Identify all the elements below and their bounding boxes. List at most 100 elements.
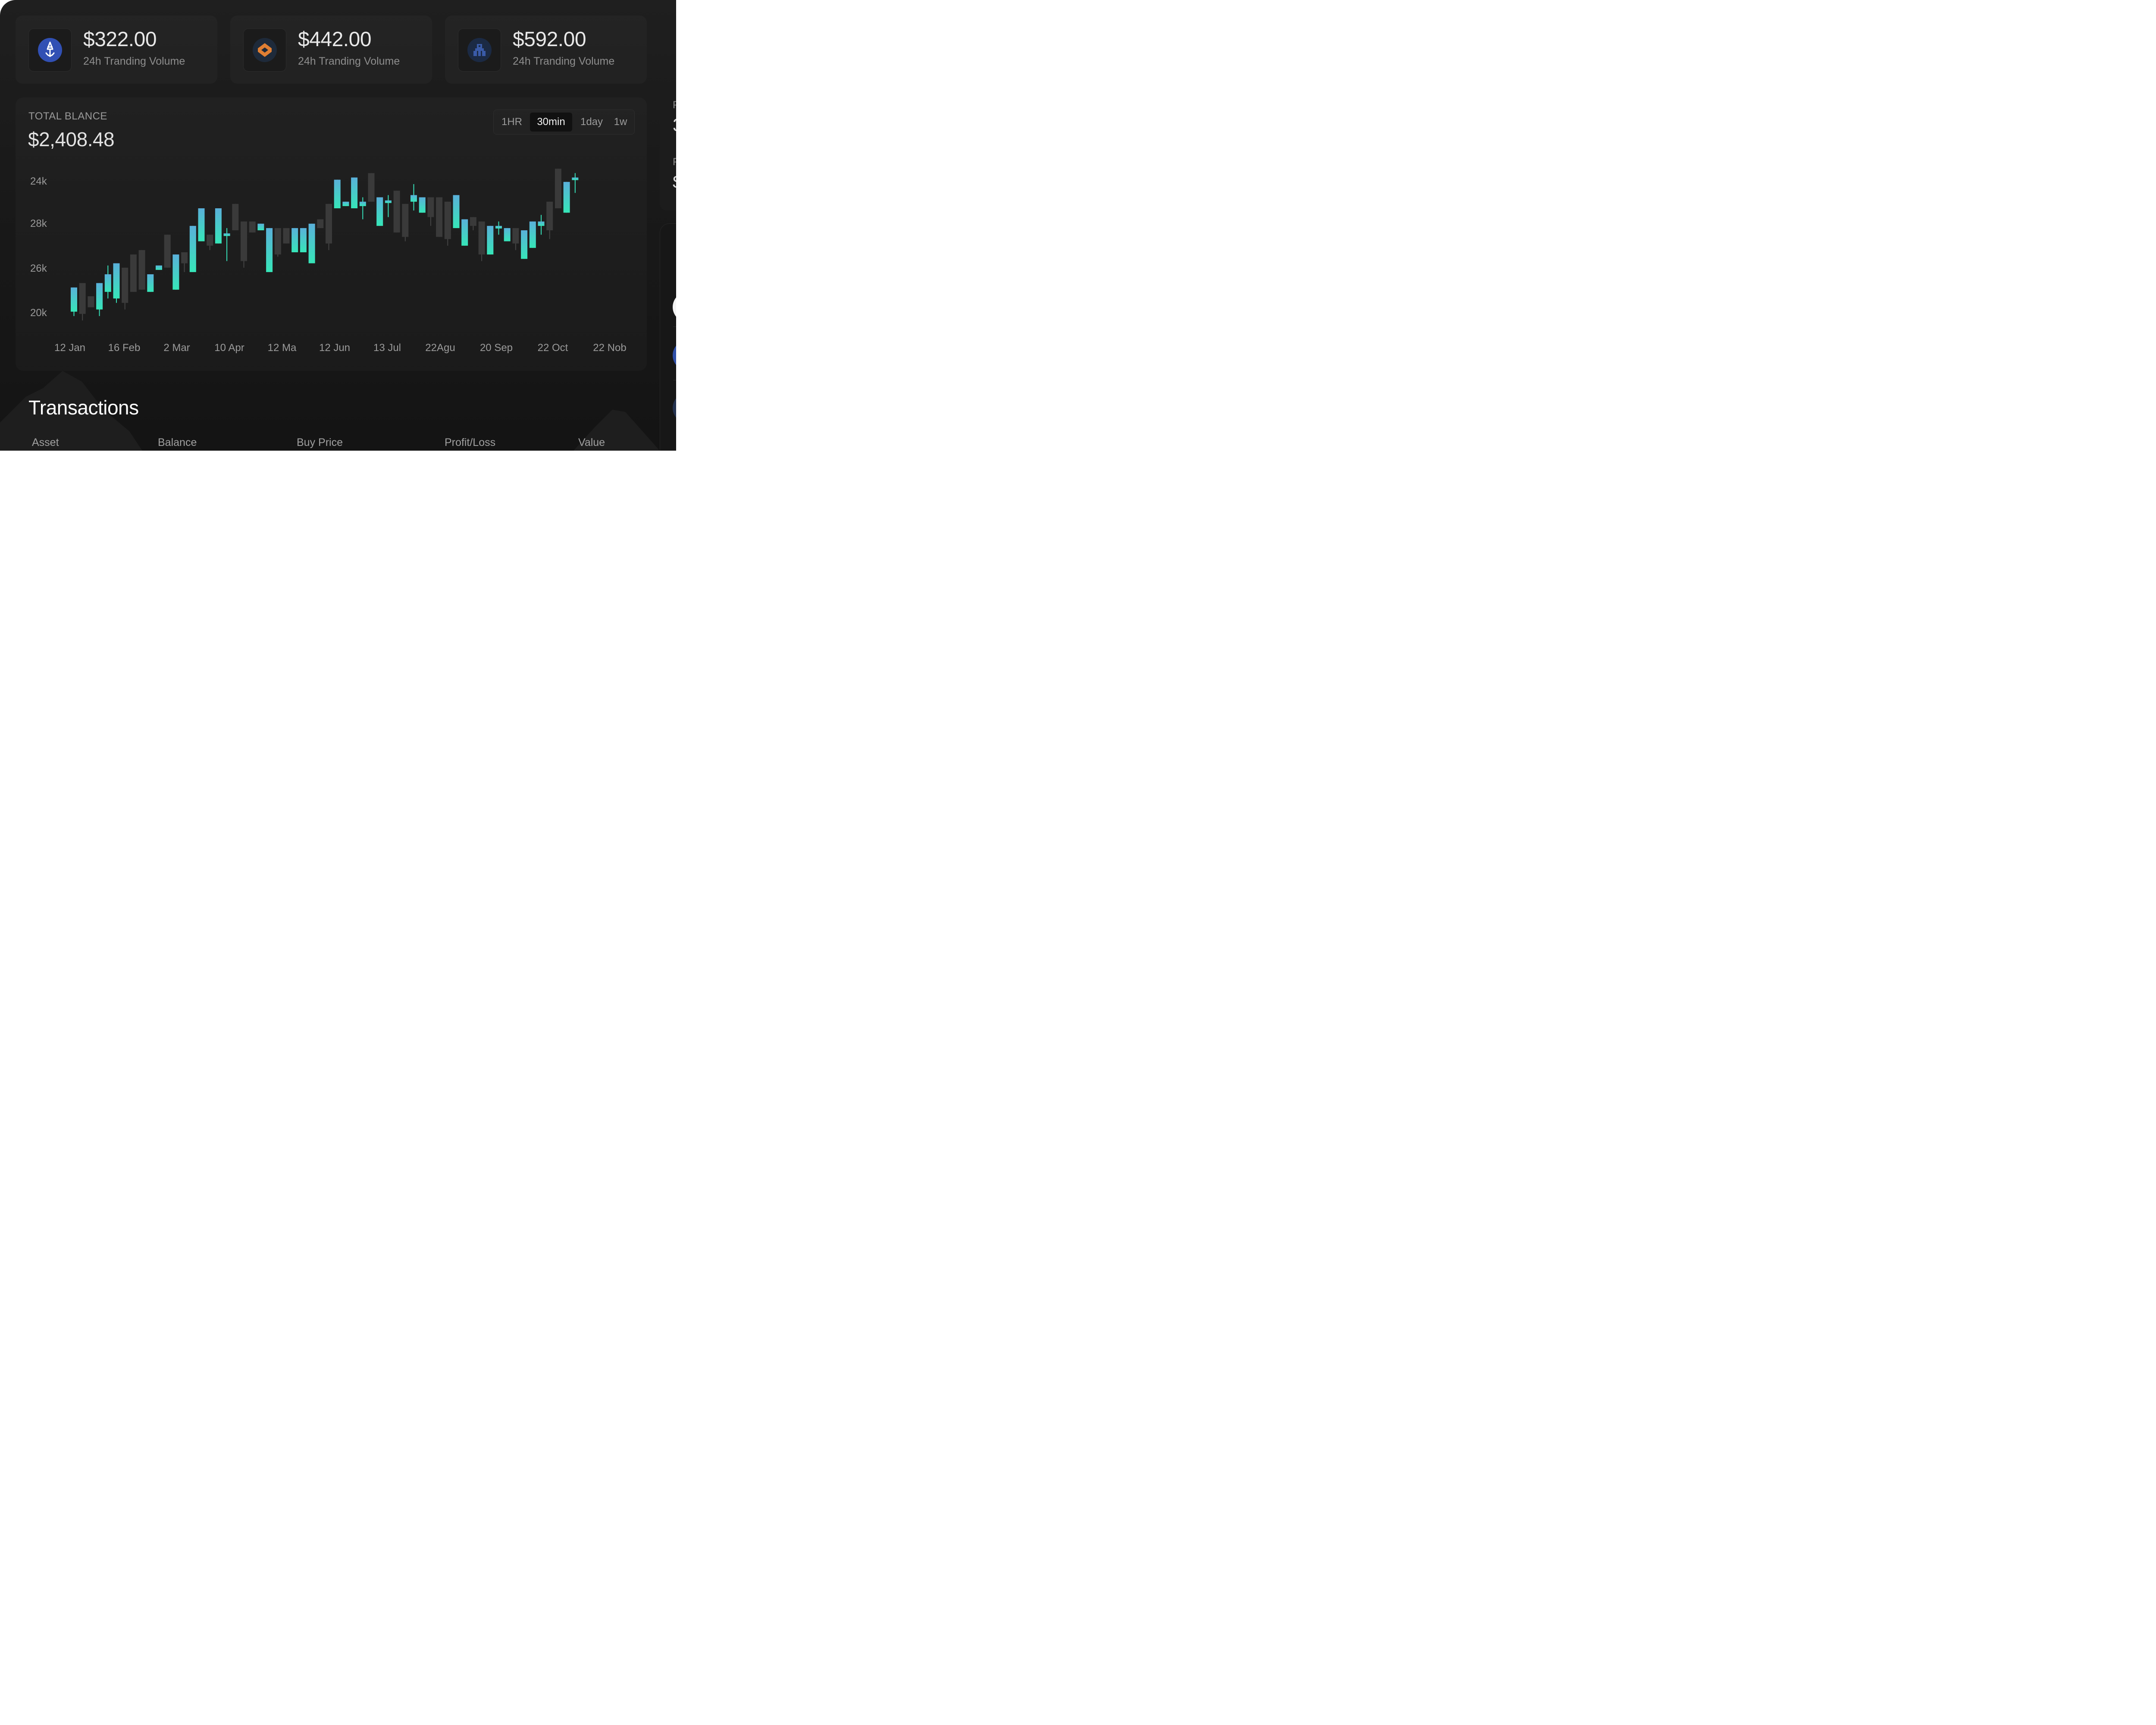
candle	[164, 235, 171, 268]
stat-card-3[interactable]: $592.00 24h Tranding Volume	[445, 16, 647, 84]
candle-body	[453, 195, 460, 228]
candle	[563, 182, 570, 213]
candle	[241, 221, 247, 268]
candle	[495, 221, 502, 235]
candle-body	[291, 228, 298, 252]
toggle-knob[interactable]	[673, 292, 676, 322]
candle	[512, 228, 519, 250]
column-header-asset[interactable]: Asset	[32, 436, 59, 449]
candle	[147, 274, 154, 292]
candle	[529, 221, 536, 248]
candle	[342, 201, 349, 206]
asset-avatar-icon[interactable]	[673, 340, 676, 370]
summary-value: $	[673, 172, 676, 192]
candle	[402, 204, 409, 242]
candle	[419, 197, 426, 213]
x-axis-tick-label: 2 Mar	[163, 342, 190, 354]
x-axis-tick-label: 12 Ma	[268, 342, 297, 354]
token-icon-box	[243, 28, 286, 72]
candle	[393, 191, 400, 233]
candle-body	[147, 274, 154, 292]
stat-card-1[interactable]: $322.00 24h Tranding Volume	[16, 16, 217, 84]
hexagon-token-icon	[253, 38, 277, 62]
candle-body	[104, 274, 111, 292]
candle-body	[172, 254, 179, 290]
candle	[317, 219, 324, 228]
pixel-token-icon	[467, 38, 492, 62]
summary-caption: P	[673, 156, 676, 168]
candle-body	[376, 197, 383, 226]
candle	[453, 195, 460, 228]
candle-body	[512, 228, 519, 244]
candle	[88, 296, 94, 307]
candle	[198, 208, 205, 242]
candle	[521, 230, 528, 259]
x-axis-tick-label: 12 Jan	[54, 342, 85, 354]
candle-body	[368, 173, 375, 202]
summary-value: 3	[673, 115, 676, 135]
candle	[436, 197, 443, 237]
stat-amount: $322.00	[83, 28, 157, 51]
candle	[546, 201, 553, 239]
stat-card-2[interactable]: $442.00 24h Tranding Volume	[230, 16, 432, 84]
candle	[189, 226, 196, 272]
candle-body	[393, 191, 400, 233]
candle-body	[521, 230, 528, 259]
candle-body	[359, 201, 366, 206]
candle-body	[317, 219, 324, 228]
candle-body	[563, 182, 570, 213]
candle	[411, 184, 417, 211]
candle	[274, 228, 281, 257]
candle-body	[215, 208, 222, 244]
candle-body	[555, 169, 561, 208]
stat-label: 24h Tranding Volume	[298, 55, 400, 67]
candle	[478, 221, 485, 261]
candle	[122, 267, 128, 310]
right-side-panel	[660, 223, 676, 451]
column-header-buy-price[interactable]: Buy Price	[297, 436, 343, 449]
candle	[368, 173, 375, 202]
column-header-profit-loss[interactable]: Profit/Loss	[445, 436, 495, 449]
candle-body	[529, 221, 536, 248]
candle-body	[232, 204, 239, 230]
candle-body	[122, 267, 128, 303]
candle-body	[308, 223, 315, 263]
candle	[470, 217, 476, 230]
column-header-balance[interactable]: Balance	[158, 436, 197, 449]
candle	[504, 228, 511, 242]
anchor-token-icon	[38, 38, 62, 62]
x-axis-tick-label: 10 Apr	[214, 342, 244, 354]
asset-avatar-icon[interactable]	[673, 393, 676, 423]
candle	[181, 252, 188, 272]
x-axis-tick-label: 12 Jun	[319, 342, 350, 354]
column-header-value[interactable]: Value	[578, 436, 605, 449]
candle	[555, 169, 561, 208]
y-axis-tick-label: 20k	[30, 307, 47, 319]
y-axis-tick-label: 24k	[30, 176, 47, 187]
y-axis-tick-label: 26k	[30, 263, 47, 274]
candle	[257, 223, 264, 230]
candle	[334, 179, 341, 208]
candle	[104, 265, 111, 299]
candle	[487, 226, 494, 255]
x-axis-tick-label: 22Agu	[425, 342, 455, 354]
candle-body	[538, 221, 545, 226]
candle	[326, 204, 332, 250]
candle-body	[88, 296, 94, 307]
dashboard-window: $322.00 24h Tranding Volume $442.00 24h …	[0, 0, 676, 451]
candle-body	[470, 217, 476, 226]
candle	[138, 250, 145, 290]
candle	[249, 221, 256, 233]
candle-body	[572, 177, 579, 180]
candle	[427, 197, 434, 226]
candle-body	[156, 265, 162, 270]
candle-body	[342, 201, 349, 206]
candle-body	[71, 287, 77, 312]
divider	[673, 326, 676, 327]
y-axis-tick-label: 28k	[30, 218, 47, 229]
candle	[376, 197, 383, 226]
candle	[538, 215, 545, 235]
candle	[572, 173, 579, 193]
candle	[71, 287, 77, 316]
x-axis-tick-label: 22 Oct	[538, 342, 568, 354]
